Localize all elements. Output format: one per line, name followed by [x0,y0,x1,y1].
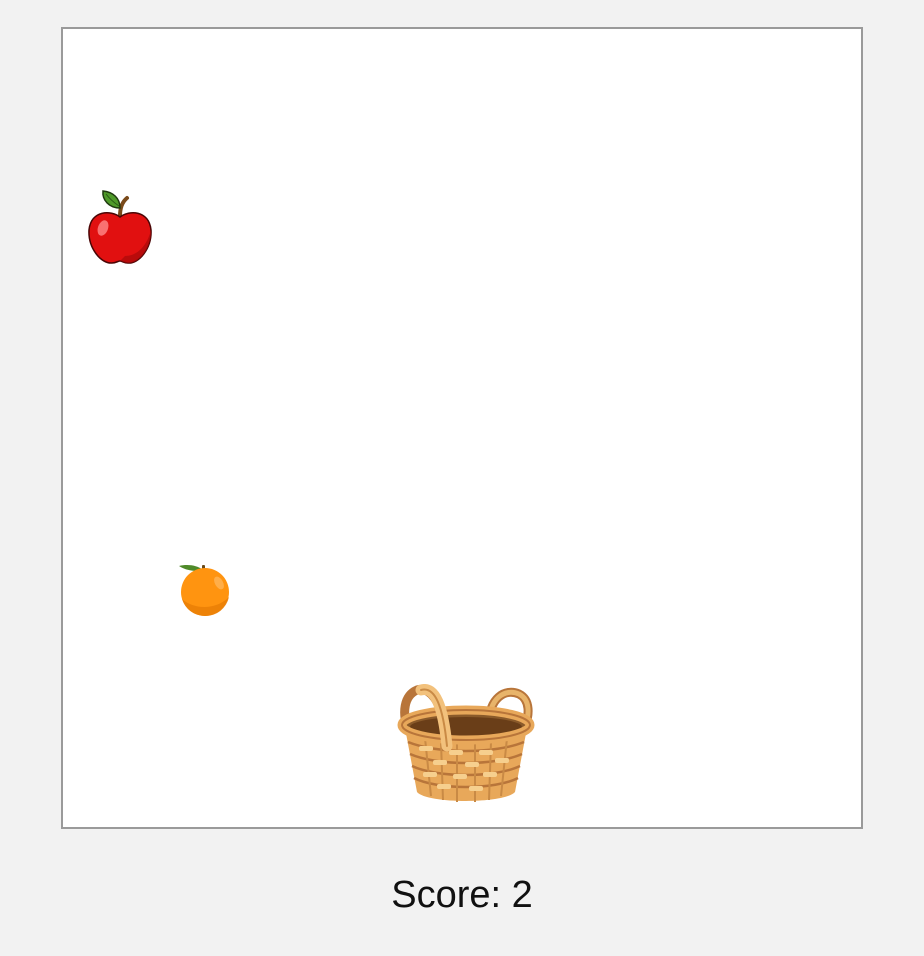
score-display: Score: 2 [0,872,924,918]
orange-icon [179,565,229,617]
score-value: 2 [511,874,533,916]
score-label: Score: [391,874,502,916]
basket-icon[interactable] [397,684,535,808]
game-board[interactable] [61,27,863,829]
apple-icon [88,190,152,264]
